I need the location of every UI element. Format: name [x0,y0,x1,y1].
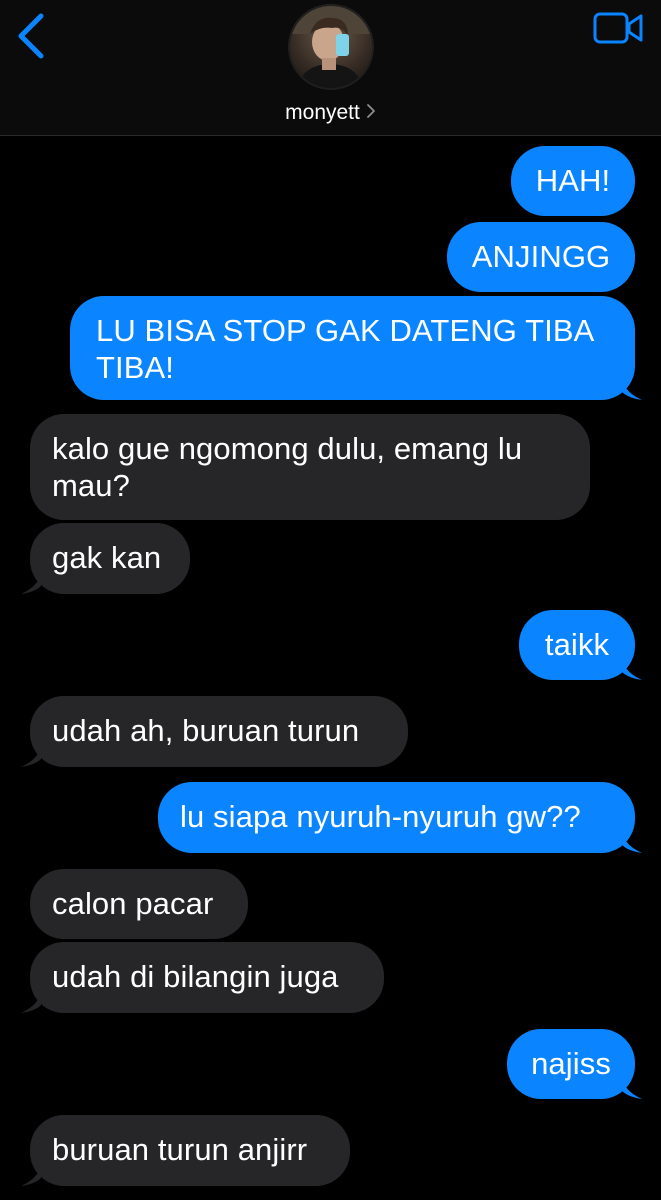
outgoing-bubble-tail [622,378,642,400]
contact-name: monyett [285,101,360,124]
incoming-bubble-tail [21,1164,41,1186]
message-text: buruan turun anjirr [52,1132,308,1167]
incoming-message-bubble[interactable]: buruan turun anjirr [30,1115,350,1186]
outgoing-message-bubble[interactable]: lu siapa nyuruh-nyuruh gw?? [158,782,635,853]
outgoing-message-bubble[interactable]: HAH! [511,146,635,216]
conversation-header: monyett [0,0,661,136]
message-text: HAH! [535,163,611,198]
outgoing-message-bubble[interactable]: taikk [519,610,635,680]
message-text: kalo gue ngomong dulu, emang lu mau? [52,431,523,503]
message-text: udah di bilangin juga [52,959,339,994]
facetime-video-button[interactable] [593,10,645,46]
incoming-message-bubble[interactable]: calon pacar [30,869,248,939]
back-button[interactable] [12,10,52,60]
outgoing-bubble-tail [622,1077,642,1099]
message-text: ANJINGG [471,239,611,274]
message-text: gak kan [52,540,162,575]
incoming-message-bubble[interactable]: udah di bilangin juga [30,942,384,1013]
message-text: lu siapa nyuruh-nyuruh gw?? [180,799,581,834]
outgoing-message-bubble[interactable]: najiss [507,1029,635,1099]
contact-avatar[interactable] [288,4,374,90]
incoming-bubble-tail [21,745,41,767]
incoming-message-bubble[interactable]: gak kan [30,523,190,594]
video-camera-icon [593,12,643,44]
message-text: najiss [531,1046,611,1081]
message-text: LU BISA STOP GAK DATENG TIBA TIBA! [96,313,593,385]
incoming-message-bubble[interactable]: kalo gue ngomong dulu, emang lu mau? [30,414,590,520]
message-text: taikk [544,627,610,662]
outgoing-bubble-tail [622,658,642,680]
outgoing-bubble-tail [622,831,642,853]
incoming-bubble-tail [21,991,41,1013]
avatar-photo [288,4,374,90]
message-text: calon pacar [52,886,214,921]
outgoing-message-bubble[interactable]: ANJINGG [447,222,635,292]
message-text: udah ah, buruan turun [52,713,360,748]
chevron-right-icon [366,98,376,128]
contact-name-button[interactable]: monyett [0,98,661,128]
incoming-bubble-tail [21,572,41,594]
chevron-left-icon [18,13,44,59]
incoming-message-bubble[interactable]: udah ah, buruan turun [30,696,408,767]
outgoing-message-bubble[interactable]: LU BISA STOP GAK DATENG TIBA TIBA! [70,296,635,400]
